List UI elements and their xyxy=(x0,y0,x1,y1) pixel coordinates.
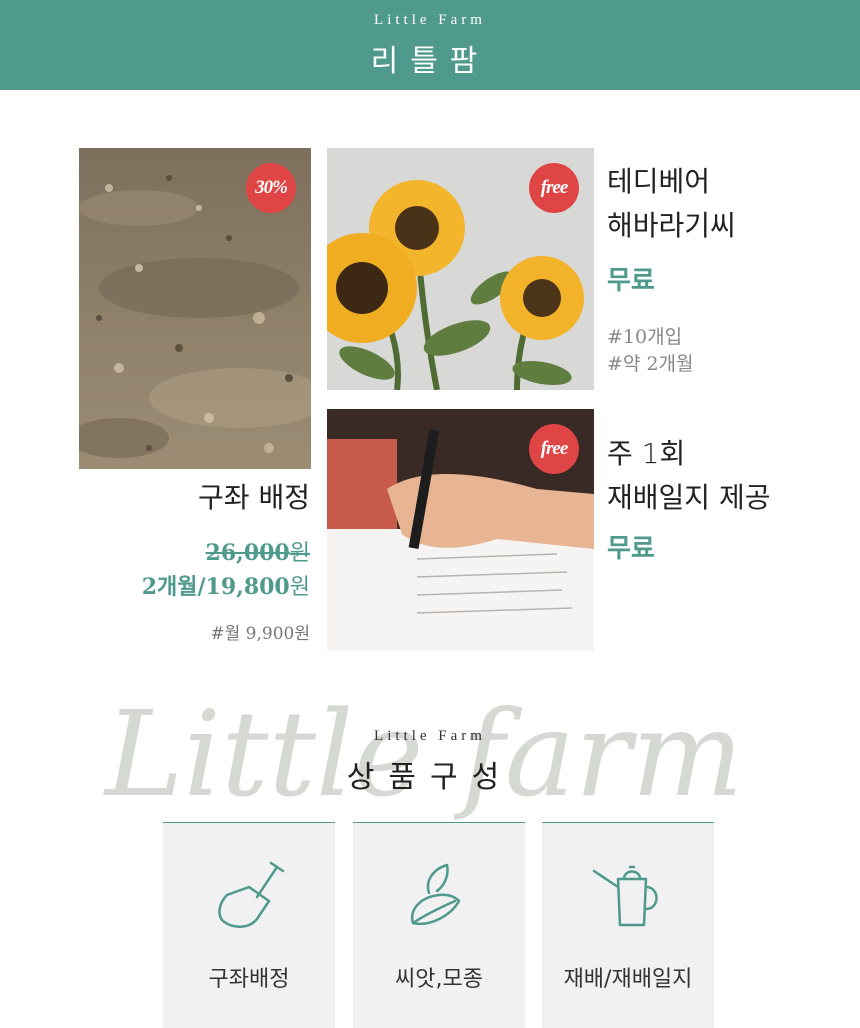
discount-badge: 30% xyxy=(246,163,296,213)
journal-title-line2: 재배일지 제공 xyxy=(607,481,771,514)
composition-card-label: 재배/재배일지 xyxy=(563,967,693,992)
monthly-price-tag: #월 9,900원 xyxy=(210,624,310,644)
sunflower-title-line1: 테디베어 xyxy=(607,165,711,198)
composition-title: 상품구성 xyxy=(346,760,514,795)
sunflower-image[interactable]: free xyxy=(327,148,594,390)
sale-price: 2개월/19,800원 xyxy=(100,569,310,601)
sale-price-value: 2개월/19,800 xyxy=(141,574,290,600)
free-badge: free xyxy=(529,163,579,213)
composition-card-label: 씨앗,모종 xyxy=(395,967,483,992)
soil-image[interactable]: 30% xyxy=(79,148,311,469)
watering-can-icon xyxy=(592,865,658,927)
sunflower-price: 무료 xyxy=(607,266,655,296)
shovel-icon xyxy=(218,861,285,928)
composition-card-journal[interactable]: 재배/재배일지 xyxy=(542,822,714,1028)
sunflower-tag-count: #10개입 xyxy=(607,326,683,348)
journal-title-line1: 주 1회 xyxy=(607,437,686,470)
soil-title: 구좌 배정 xyxy=(198,481,310,514)
composition-card-plot[interactable]: 구좌배정 xyxy=(163,822,335,1028)
page-header: Little Farm 리틀팜 xyxy=(0,0,860,90)
composition-card-label: 구좌배정 xyxy=(208,967,290,992)
original-price: 26,000원 xyxy=(150,535,310,567)
composition-card-seeds[interactable]: 씨앗,모종 xyxy=(353,822,525,1028)
script-watermark: Little farm xyxy=(103,685,743,823)
leaf-icon xyxy=(410,863,461,926)
header-title: 리틀팜 xyxy=(370,44,490,79)
composition-subtitle: Little Farm xyxy=(374,728,486,744)
sale-price-unit: 원 xyxy=(289,575,310,600)
journal-price: 무료 xyxy=(607,534,655,564)
sunflower-tag-duration: #약 2개월 xyxy=(607,353,694,375)
original-price-unit: 원 xyxy=(289,541,310,566)
sunflower-title-line2: 해바라기씨 xyxy=(607,209,736,242)
original-price-value: 26,000 xyxy=(205,540,290,566)
free-badge: free xyxy=(529,424,579,474)
journal-image[interactable]: free xyxy=(327,409,594,651)
header-subtitle: Little Farm xyxy=(374,12,486,28)
